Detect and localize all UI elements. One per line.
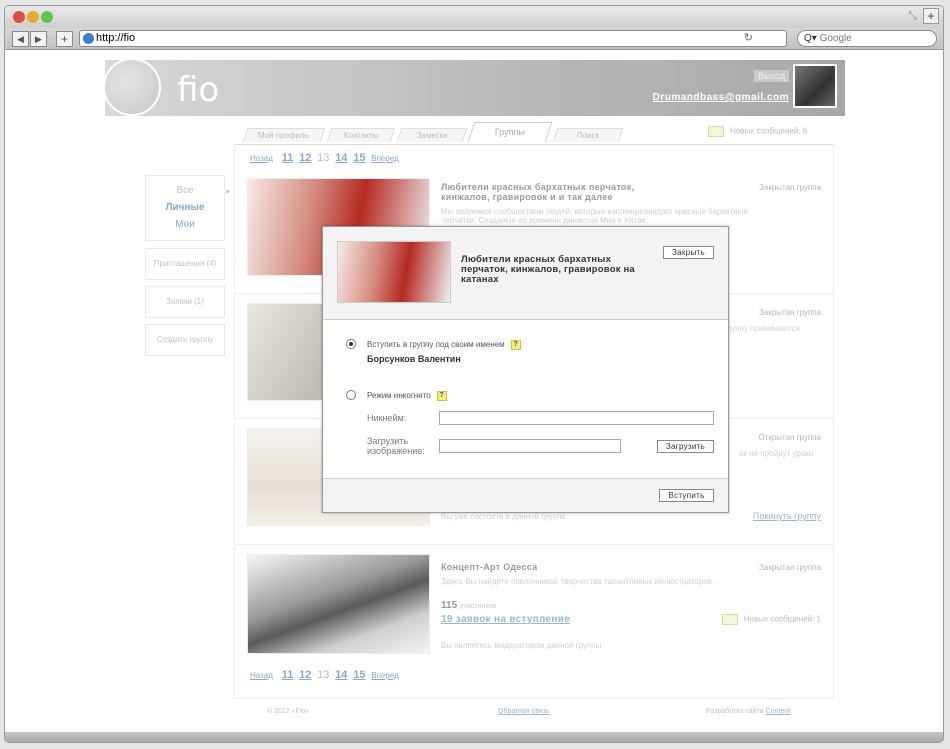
add-bookmark-button[interactable]: + — [56, 31, 73, 47]
fullscreen-icon[interactable]: ⤡ — [908, 10, 917, 23]
upload-button[interactable]: Загрузить — [657, 440, 714, 453]
group-description: Мы являемся сообществом людей, которые к… — [441, 207, 748, 225]
pager-back-link[interactable]: Назад — [250, 154, 273, 163]
address-bar[interactable]: http://fio — [79, 30, 787, 47]
filter-all[interactable]: Все — [146, 182, 224, 199]
page-current: 13 — [317, 669, 330, 681]
close-dialog-button[interactable]: Закрыть — [663, 246, 714, 259]
create-group-button[interactable]: Создать группу — [145, 324, 225, 356]
page: fio Выход Drumandbass@gmail.com Мой проф… — [5, 52, 943, 732]
browser-window: ⤡ + ◀ ▶ + http://fio ↻ Q▾ Google fio Вых… — [4, 5, 944, 743]
nickname-input[interactable] — [439, 411, 714, 425]
page-current: 13 — [317, 152, 330, 164]
join-button[interactable]: Вступить — [659, 489, 714, 502]
requests-button[interactable]: Заявки (1) — [145, 286, 225, 318]
zoom-window-button[interactable] — [41, 11, 53, 23]
page-link-12[interactable]: 12 — [299, 152, 311, 164]
tab-search[interactable]: Поиск — [552, 128, 624, 142]
group-type: Открытая группа — [758, 433, 821, 442]
members-count: 115 участников — [441, 600, 497, 611]
search-placeholder: Google — [819, 33, 852, 44]
globe-icon — [83, 33, 94, 44]
group-type: Закрытая группа — [759, 563, 821, 572]
help-icon[interactable]: ? — [436, 391, 447, 401]
group-type: Закрытая группа — [759, 183, 821, 192]
page-link-14[interactable]: 14 — [335, 152, 347, 164]
group-description: группу принимаются — [724, 324, 800, 333]
filter-mine[interactable]: Мои — [146, 216, 224, 233]
dialog-group-title: Любители красных бархатных перчаток, кин… — [461, 254, 635, 285]
page-link-15[interactable]: 15 — [353, 152, 365, 164]
pager-back-link[interactable]: Назад — [250, 671, 273, 680]
join-own-name-radio[interactable] — [346, 339, 356, 349]
pager-forward-link[interactable]: Вперед — [371, 154, 399, 163]
incognito-label: Режим инкогнито? — [367, 391, 447, 401]
back-arrow-icon[interactable]: ◀ — [12, 31, 29, 47]
footer-copyright: © 2012 «Fio» — [267, 708, 310, 715]
user-full-name: Борсунков Валентин — [367, 354, 461, 364]
invitations-button[interactable]: Приглашения (4) — [145, 248, 225, 280]
tab-notes[interactable]: Заметки — [396, 128, 468, 142]
envelope-icon — [708, 126, 724, 137]
search-field[interactable]: Q▾ Google — [797, 30, 937, 47]
site-logo[interactable]: fio — [177, 70, 219, 110]
group-description: ак не пройдут уроки — [739, 449, 814, 458]
help-icon[interactable]: ? — [510, 340, 521, 350]
url-text: http://fio — [96, 32, 136, 44]
group-thumbnail[interactable] — [247, 554, 430, 654]
group-title[interactable]: Любители красных бархатных перчаток, кин… — [441, 182, 671, 202]
window-bottom-bar — [5, 732, 943, 742]
group-filter: Все Личные Мои — [145, 175, 225, 241]
dialog-footer: Вступить — [323, 478, 728, 512]
group-row: Концепт-Арт Одесса Закрытая группа Здесь… — [234, 546, 834, 670]
pager-forward-link[interactable]: Вперед — [371, 671, 399, 680]
page-link-12[interactable]: 12 — [299, 669, 311, 681]
new-tab-button[interactable]: + — [923, 8, 939, 24]
tab-groups[interactable]: Группы — [467, 122, 553, 142]
title-bar: ⤡ + — [5, 6, 943, 28]
join-group-dialog: Любители красных бархатных перчаток, кин… — [322, 226, 729, 513]
nickname-label: Никнейм: — [367, 413, 407, 423]
group-title[interactable]: Концепт-Арт Одесса — [441, 562, 538, 572]
join-own-name-label: Вступить в группу под своим именем? — [367, 340, 521, 350]
page-link-15[interactable]: 15 — [353, 669, 365, 681]
pagination-top: Назад 11 12 13 14 15 Вперед — [250, 152, 405, 164]
tab-contacts[interactable]: Контакты — [326, 128, 396, 142]
pagination-bottom: Назад 11 12 13 14 15 Вперед — [250, 669, 405, 681]
envelope-icon — [721, 614, 738, 625]
dialog-header: Любители красных бархатных перчаток, кин… — [323, 227, 728, 320]
upload-image-label: Загрузить изображение: — [367, 436, 425, 456]
page-link-11[interactable]: 11 — [282, 152, 294, 164]
developer-link[interactable]: Content — [766, 708, 791, 715]
filter-arrow-icon: ▶ — [226, 189, 231, 195]
join-requests-link[interactable]: 19 заявок на вступление — [441, 614, 570, 625]
group-membership-status: Вы являетесь модератором данной группы — [441, 641, 602, 650]
user-email-link[interactable]: Drumandbass@gmail.com — [653, 92, 789, 103]
filter-personal[interactable]: Личные — [146, 199, 224, 216]
group-new-messages[interactable]: Новых сообщений: 1 — [721, 614, 821, 625]
browser-toolbar: ◀ ▶ + http://fio ↻ Q▾ Google — [5, 28, 943, 50]
forward-arrow-icon[interactable]: ▶ — [30, 31, 47, 47]
upload-image-input[interactable] — [439, 439, 621, 453]
close-window-button[interactable] — [13, 11, 25, 23]
group-description: Здесь Вы найдете поклонников творчества … — [441, 577, 715, 586]
incognito-radio[interactable] — [346, 390, 356, 400]
dialog-group-thumbnail — [337, 241, 451, 303]
tab-profile[interactable]: Мой профиль — [242, 128, 326, 142]
page-link-14[interactable]: 14 — [335, 669, 347, 681]
feedback-link[interactable]: Обратная связь — [498, 708, 550, 715]
leave-group-link[interactable]: Покинуть группу — [753, 511, 821, 521]
new-messages-indicator[interactable]: Новых сообщений: 6 — [708, 126, 807, 137]
avatar[interactable] — [793, 64, 837, 108]
search-icon: Q▾ — [804, 33, 817, 44]
globe-logo-icon — [103, 58, 161, 116]
minimize-window-button[interactable] — [27, 11, 39, 23]
group-type: Закрытая группа — [759, 308, 821, 317]
reload-icon[interactable]: ↻ — [744, 31, 753, 44]
page-link-11[interactable]: 11 — [282, 669, 294, 681]
site-header: fio Выход Drumandbass@gmail.com — [103, 58, 845, 116]
logout-button[interactable]: Выход — [754, 70, 789, 82]
group-membership-status: Вы уже состоите в данной группе — [441, 512, 566, 521]
footer-developer: Разработка сайта Content — [706, 708, 791, 715]
